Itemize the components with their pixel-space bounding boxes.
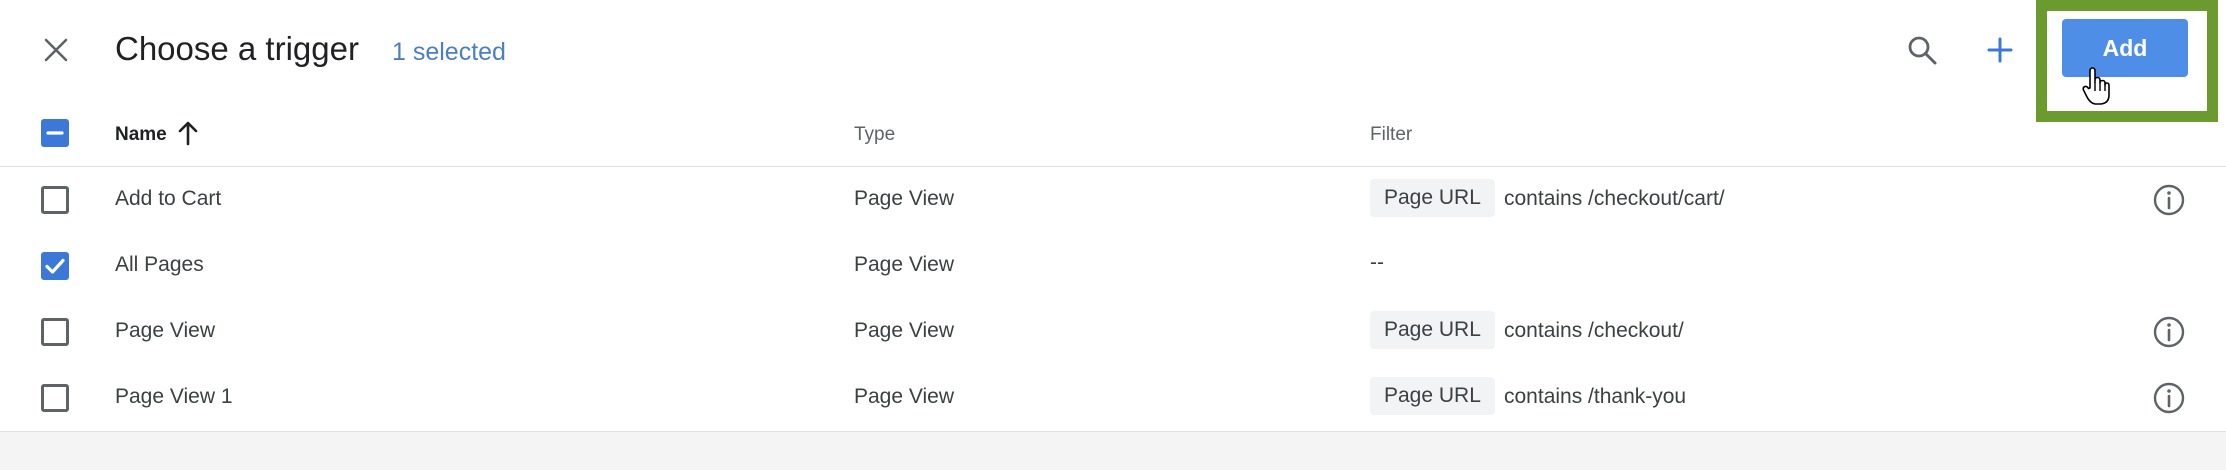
arrow-up-icon[interactable]: [176, 120, 200, 146]
row-checkbox[interactable]: [41, 384, 69, 412]
header-bar: Choose a trigger 1 selected Add: [0, 0, 2226, 122]
filter-variable-chip: Page URL: [1370, 311, 1495, 349]
column-header-name[interactable]: Name: [115, 124, 167, 146]
trigger-name[interactable]: Add to Cart: [115, 187, 221, 211]
search-icon: [1908, 36, 1937, 65]
select-all-checkbox[interactable]: [41, 119, 69, 147]
indeterminate-icon: [46, 131, 64, 135]
trigger-name[interactable]: Page View: [115, 319, 215, 343]
filter-condition: contains /thank-you: [1504, 385, 1687, 408]
trigger-name[interactable]: All Pages: [115, 253, 204, 277]
table-row[interactable]: Page View 1 Page View Page URL contains …: [0, 365, 2226, 432]
column-header-filter: Filter: [1370, 124, 1413, 145]
selected-count: 1 selected: [392, 38, 506, 66]
add-button[interactable]: Add: [2062, 19, 2188, 77]
close-icon: [44, 38, 68, 62]
filter-condition: contains /checkout/cart/: [1504, 187, 1725, 210]
row-checkbox[interactable]: [41, 318, 69, 346]
page-title: Choose a trigger: [115, 30, 359, 67]
trigger-picker-panel: Choose a trigger 1 selected Add Name Typ…: [0, 0, 2226, 432]
trigger-type: Page View: [854, 319, 955, 342]
row-checkbox[interactable]: [41, 252, 69, 280]
search-button[interactable]: [1902, 30, 1942, 70]
trigger-type: Page View: [854, 187, 955, 210]
filter-condition: contains /checkout/: [1504, 319, 1684, 342]
filter-variable-chip: Page URL: [1370, 179, 1495, 217]
info-icon[interactable]: [2152, 381, 2186, 415]
trigger-type: Page View: [854, 385, 955, 408]
trigger-name[interactable]: Page View 1: [115, 385, 233, 409]
table-row[interactable]: All Pages Page View --: [0, 233, 2226, 300]
table-row[interactable]: Add to Cart Page View Page URL contains …: [0, 167, 2226, 234]
filter-variable-chip: Page URL: [1370, 377, 1495, 415]
plus-icon: [1987, 37, 2013, 63]
filter-empty: --: [1370, 251, 1384, 274]
info-icon[interactable]: [2152, 183, 2186, 217]
row-checkbox[interactable]: [41, 186, 69, 214]
trigger-type: Page View: [854, 253, 955, 276]
checkmark-icon: [45, 258, 65, 274]
column-header-type: Type: [854, 124, 896, 145]
table-header: Name Type Filter: [0, 100, 2226, 167]
info-icon[interactable]: [2152, 315, 2186, 349]
close-button[interactable]: [38, 32, 74, 68]
new-trigger-button[interactable]: [1980, 30, 2020, 70]
table-row[interactable]: Page View Page View Page URL contains /c…: [0, 299, 2226, 366]
